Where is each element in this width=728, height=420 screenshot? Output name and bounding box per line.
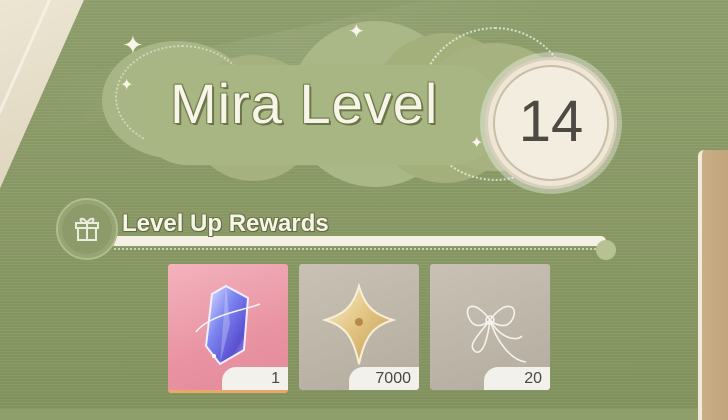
level-number: 14 <box>518 89 584 154</box>
crystal-icon <box>195 284 261 366</box>
sparkle-icon: ✦ <box>470 133 484 152</box>
bow-thread-icon <box>466 305 527 363</box>
paper-corner-right <box>698 150 728 420</box>
level-title-banner: ✦ ✦ ✦ ✦ Mira Level 14 <box>100 15 620 190</box>
reward-item-thread-bow[interactable]: 20 <box>430 264 550 390</box>
sparkle-icon: ✦ <box>122 31 144 61</box>
reward-quantity: 20 <box>484 367 550 390</box>
reward-quantity: 1 <box>222 367 288 390</box>
rewards-header: Level Up Rewards <box>56 198 616 260</box>
reward-quantity: 7000 <box>349 367 419 390</box>
rewards-divider-end <box>596 240 616 260</box>
four-point-star-icon <box>321 282 397 365</box>
rewards-divider-dots <box>114 248 604 252</box>
page-title: Mira Level <box>170 72 439 135</box>
reward-item-star-currency[interactable]: 7000 <box>299 264 419 390</box>
sparkle-icon: ✦ <box>120 75 134 94</box>
rewards-heading: Level Up Rewards <box>122 210 329 237</box>
gift-icon <box>56 198 118 260</box>
sparkle-icon: ✦ <box>348 19 365 43</box>
reward-item-crystal[interactable]: 1 <box>168 264 288 393</box>
level-badge: 14 <box>485 57 617 189</box>
